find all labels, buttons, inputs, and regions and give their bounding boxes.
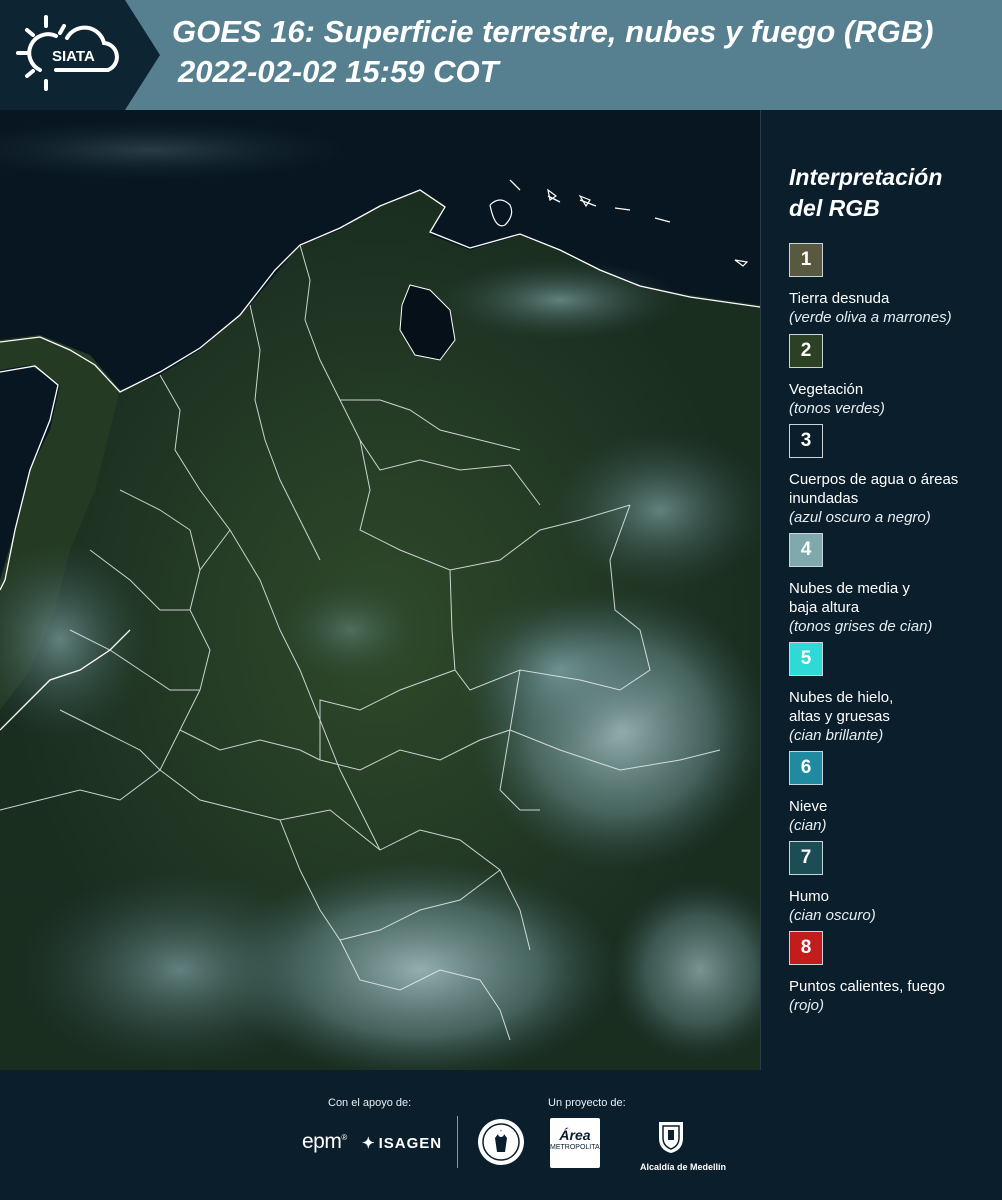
legend-item-label: Nubes de hielo, altas y gruesas [789, 689, 894, 725]
legend-item-desc: (tonos grises de cian) [789, 618, 933, 635]
area-logo-text: Área [559, 1127, 591, 1143]
legend-swatch: 4 [789, 533, 823, 567]
legend-item-label: Vegetación [789, 381, 864, 398]
legend-item: 8 Puntos calientes, fuego (rojo) [789, 931, 999, 1015]
page-title: GOES 16: Superficie terrestre, nubes y f… [172, 14, 934, 49]
satellite-image [0, 110, 760, 1070]
legend-item-desc: (rojo) [789, 997, 825, 1014]
legend-item: 5 Nubes de hielo, altas y gruesas (cian … [789, 642, 999, 745]
footer: Con el apoyo de: Un proyecto de: epm® ✦ … [0, 1070, 1002, 1200]
legend-item: 1 Tierra desnuda (verde oliva a marrones… [789, 243, 999, 327]
coat-of-arms-icon [659, 1122, 683, 1153]
isagen-logo-text: ISAGEN [378, 1134, 443, 1152]
isagen-logo: ✦ ISAGEN [362, 1134, 443, 1153]
legend-item-label: Tierra desnuda [789, 290, 890, 307]
legend-item-desc: (cian) [789, 817, 827, 834]
legend-item-desc: (azul oscuro a negro) [789, 509, 931, 526]
support-label: Con el apoyo de: [328, 1097, 412, 1109]
legend-item-desc: (tonos verdes) [789, 400, 885, 417]
legend-item-label: Puntos calientes, fuego [789, 978, 945, 995]
legend-item: 6 Nieve (cian) [789, 751, 999, 835]
footer-divider [457, 1116, 458, 1168]
legend-swatch: 5 [789, 642, 823, 676]
legend-item-label: Nubes de media y baja altura [789, 580, 910, 616]
satellite-map [0, 110, 760, 1070]
siata-logo: SIATA [0, 0, 160, 110]
legend-item-label: Humo [789, 888, 830, 905]
epm-logo: epm® [302, 1130, 347, 1153]
legend-swatch: 7 [789, 841, 823, 875]
area-logo-sub: METROPOLITANA [550, 1144, 610, 1151]
alcaldia-text: Alcaldía de Medellín [640, 1162, 727, 1172]
legend-item: 2 Vegetación (tonos verdes) [789, 334, 999, 418]
isagen-icon: ✦ [362, 1135, 376, 1152]
project-label: Un proyecto de: [548, 1097, 626, 1109]
legend-item-desc: (cian oscuro) [789, 907, 876, 924]
legend-item: 3 Cuerpos de agua o áreas inundadas (azu… [789, 424, 999, 527]
legend-title-line2: del RGB [789, 195, 880, 221]
legend-title-line1: Interpretación [789, 164, 943, 190]
legend-swatch: 6 [789, 751, 823, 785]
area-metropolitana-logo: Área METROPOLITANA [550, 1118, 610, 1168]
epm-logo-text: epm [302, 1130, 342, 1153]
timestamp: 2022-02-02 15:59 COT [178, 54, 499, 89]
legend-item-desc: (verde oliva a marrones) [789, 309, 952, 326]
legend-panel: Interpretación del RGB 1 Tierra desnuda … [760, 110, 1002, 1070]
legend-item: 7 Humo (cian oscuro) [789, 841, 999, 925]
legend-item-label: Nieve [789, 798, 828, 815]
legend-item: 4 Nubes de media y baja altura (tonos gr… [789, 533, 999, 636]
legend-swatch: 2 [789, 334, 823, 368]
university-seal-icon [477, 1118, 525, 1171]
legend-swatch: 3 [789, 424, 823, 458]
siata-logo-text: SIATA [52, 48, 95, 65]
legend-item-label: Cuerpos de agua o áreas inundadas [789, 471, 959, 507]
legend-title: Interpretación del RGB [789, 162, 989, 224]
alcaldia-logo: Alcaldía de Medellín [640, 1118, 727, 1172]
legend-item-desc: (cian brillante) [789, 727, 884, 744]
legend-swatch: 1 [789, 243, 823, 277]
legend-swatch: 8 [789, 931, 823, 965]
header: SIATA GOES 16: Superficie terrestre, nub… [0, 0, 1002, 110]
